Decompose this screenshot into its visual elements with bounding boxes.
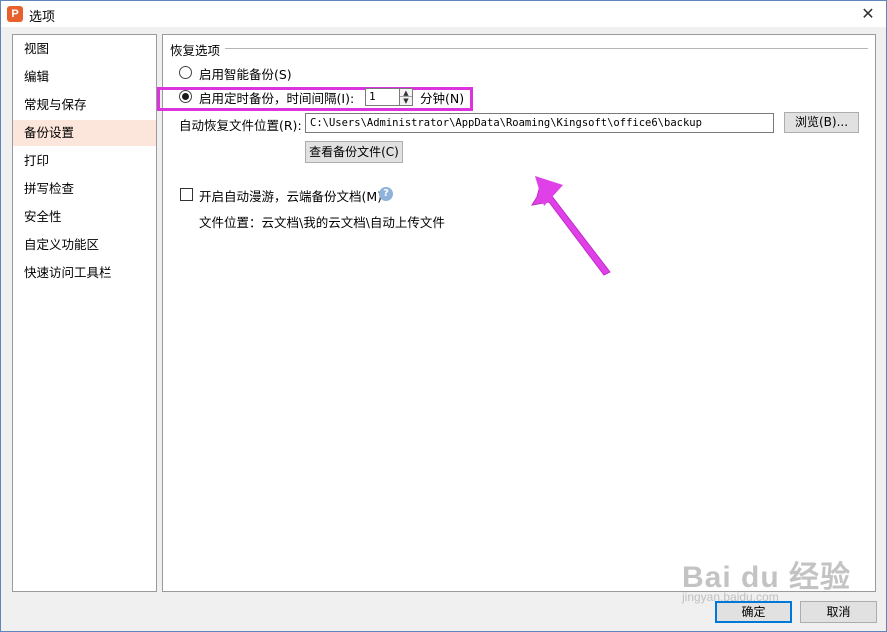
- close-icon: ✕: [861, 4, 875, 23]
- cancel-button[interactable]: 取消: [800, 601, 877, 623]
- stepper-down-icon[interactable]: ▼: [400, 97, 412, 105]
- options-dialog: P 选项 ✕ 视图 编辑 常规与保存 备份设置 打印 拼写检查 安全性 自定义功…: [0, 0, 887, 632]
- auto-recover-location-field[interactable]: C:\Users\Administrator\AppData\Roaming\K…: [305, 113, 774, 133]
- cloud-roaming-checkbox[interactable]: [180, 188, 193, 201]
- help-icon[interactable]: ?: [379, 187, 393, 201]
- sidebar-item-security[interactable]: 安全性: [13, 204, 156, 230]
- smart-backup-radio[interactable]: [179, 66, 192, 79]
- sidebar-item-print[interactable]: 打印: [13, 148, 156, 174]
- sidebar-item-backup-settings[interactable]: 备份设置: [13, 120, 156, 146]
- sidebar-item-quick-access-toolbar[interactable]: 快速访问工具栏: [13, 260, 156, 286]
- close-button[interactable]: ✕: [853, 2, 883, 26]
- sidebar-item-view[interactable]: 视图: [13, 36, 156, 62]
- browse-button[interactable]: 浏览(B)...: [784, 112, 859, 133]
- sidebar-item-general-save[interactable]: 常规与保存: [13, 92, 156, 118]
- smart-backup-label[interactable]: 启用智能备份(S): [199, 64, 292, 83]
- recovery-options-group-title: 恢复选项: [170, 43, 221, 58]
- stepper-up-icon[interactable]: ▲: [400, 89, 412, 97]
- wps-presentation-icon: P: [7, 6, 23, 22]
- sidebar-item-spell-check[interactable]: 拼写检查: [13, 176, 156, 202]
- interval-unit-label: 分钟(N): [420, 91, 465, 106]
- ok-button[interactable]: 确定: [715, 601, 792, 623]
- group-divider: [225, 48, 868, 49]
- cloud-roaming-label[interactable]: 开启自动漫游，云端备份文档(M): [199, 186, 382, 205]
- sidebar-item-customize-ribbon[interactable]: 自定义功能区: [13, 232, 156, 258]
- timed-backup-label[interactable]: 启用定时备份，时间间隔(I):: [199, 88, 354, 107]
- timed-backup-radio[interactable]: [179, 90, 192, 103]
- window-title: 选项: [29, 10, 56, 25]
- backup-interval-stepper[interactable]: ▲ ▼: [399, 88, 413, 106]
- backup-settings-panel: 恢复选项 启用智能备份(S) 启用定时备份，时间间隔(I): 1 ▲ ▼ 分钟(…: [157, 34, 876, 592]
- title-bar: P 选项 ✕: [1, 1, 886, 27]
- options-sidebar: 视图 编辑 常规与保存 备份设置 打印 拼写检查 安全性 自定义功能区 快速访问…: [12, 34, 157, 592]
- backup-interval-input[interactable]: 1: [365, 88, 401, 106]
- view-backup-files-button[interactable]: 查看备份文件(C): [305, 141, 403, 163]
- cloud-file-location-text: 文件位置：云文档\我的云文档\自动上传文件: [199, 215, 445, 230]
- sidebar-item-edit[interactable]: 编辑: [13, 64, 156, 90]
- auto-recover-location-label: 自动恢复文件位置(R):: [179, 118, 302, 133]
